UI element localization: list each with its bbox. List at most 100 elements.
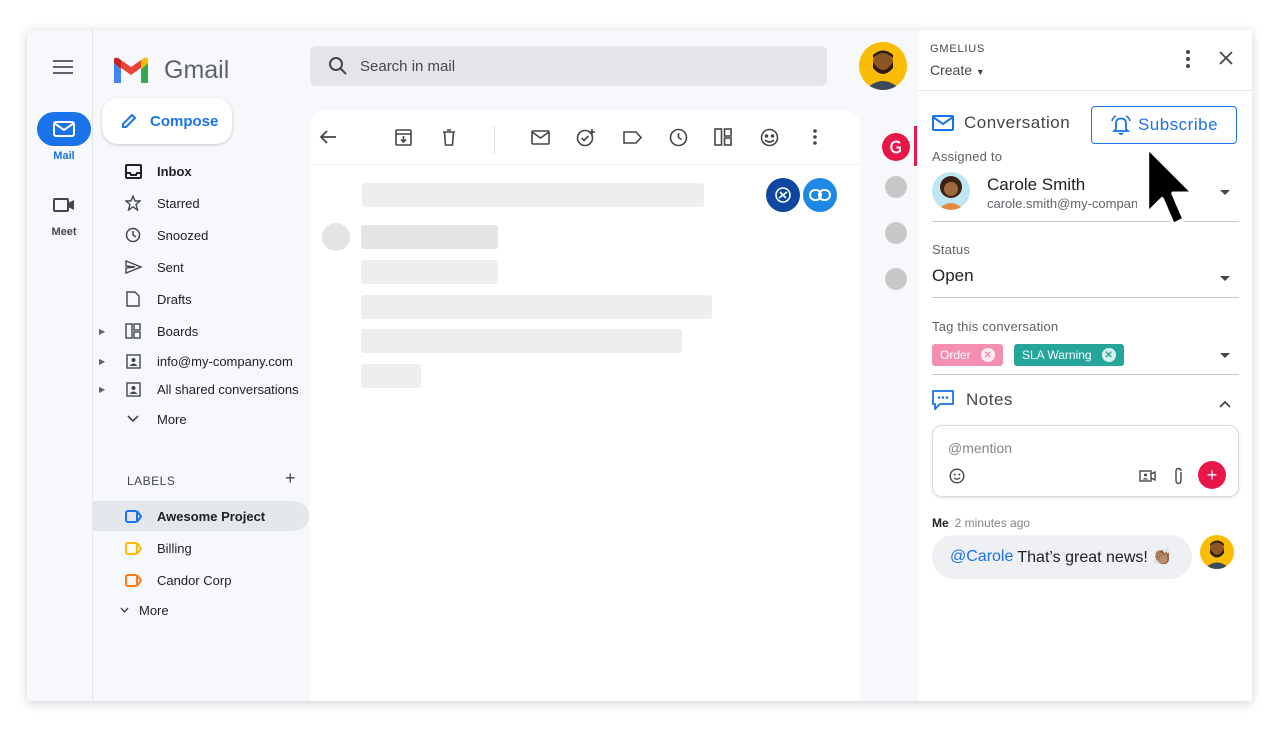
more-options-icon[interactable] [804, 126, 826, 148]
assignee-email: carole.smith@my-company.com [987, 196, 1137, 211]
nav-item-shared-inbox[interactable]: ▶ info@my-company.com [93, 346, 309, 376]
send-icon [124, 260, 142, 274]
email-toolbar [310, 110, 860, 165]
person-photo-icon [865, 50, 901, 90]
rail-mail[interactable]: Mail [37, 112, 91, 162]
nav-item-more[interactable]: More [93, 404, 309, 434]
chevron-up-icon[interactable] [1219, 395, 1231, 413]
status-label: Status [932, 242, 971, 257]
nav-item-all-shared[interactable]: ▶ All shared conversations [93, 374, 309, 404]
labels-more[interactable]: More [85, 595, 301, 625]
addon-dot-icon[interactable] [885, 268, 907, 290]
add-task-icon[interactable] [575, 126, 597, 148]
remove-tag-icon[interactable]: ✕ [980, 348, 995, 362]
nav-label: Drafts [157, 291, 192, 307]
create-dropdown[interactable]: Create ▼ [930, 62, 985, 78]
emoji-icon[interactable] [949, 468, 965, 489]
expand-icon[interactable]: ▶ [99, 327, 105, 336]
share-conversation-icon[interactable] [766, 178, 800, 212]
tag-name: Order [940, 348, 971, 362]
addon-dot-icon[interactable] [885, 176, 907, 198]
nav-label: Sent [157, 259, 184, 275]
draft-icon [126, 291, 140, 307]
notes-title: Notes [966, 390, 1013, 409]
note-mention[interactable]: @Carole [950, 548, 1013, 566]
caret-down-icon[interactable] [1220, 353, 1230, 358]
snooze-icon[interactable] [667, 126, 689, 148]
rail-mail-label: Mail [53, 150, 75, 162]
label-icon[interactable] [621, 126, 643, 148]
nav-item-snoozed[interactable]: Snoozed [93, 220, 309, 250]
star-icon [125, 195, 141, 211]
caret-down-icon [1220, 190, 1230, 195]
skeleton-line [361, 364, 421, 388]
skeleton-avatar [322, 223, 350, 251]
caret-down-icon[interactable] [1220, 276, 1230, 281]
search-bar[interactable] [310, 46, 827, 86]
mouse-cursor-icon [1140, 140, 1200, 249]
tag-chip-sla-warning[interactable]: SLA Warning ✕ [1014, 344, 1124, 366]
tags-underline [932, 374, 1239, 375]
expand-icon[interactable]: ▶ [99, 385, 105, 394]
label-icon [124, 573, 142, 587]
person-photo-icon [938, 176, 964, 210]
nav-item-boards[interactable]: ▶ Boards [93, 316, 309, 346]
nav-item-drafts[interactable]: Drafts [93, 284, 309, 314]
add-note-button[interactable]: + [1198, 461, 1226, 489]
link-icon[interactable] [803, 178, 837, 212]
subscribe-label: Subscribe [1137, 115, 1219, 134]
remove-tag-icon[interactable]: ✕ [1101, 348, 1116, 362]
gmail-logo[interactable]: Gmail [112, 56, 229, 85]
label-item-candor-corp[interactable]: Candor Corp [93, 565, 309, 595]
note-text: That’s great news! 👏🏽 [1017, 549, 1173, 566]
note-bubble: @Carole That’s great news! 👏🏽 [932, 535, 1192, 579]
boards-icon[interactable] [712, 126, 734, 148]
mark-unread-icon[interactable] [529, 126, 551, 148]
boards-icon [125, 323, 141, 339]
chevron-down-icon [127, 415, 139, 423]
add-label-icon[interactable]: + [285, 468, 296, 489]
search-icon[interactable] [328, 56, 348, 76]
archive-icon[interactable] [392, 126, 414, 148]
expand-icon[interactable]: ▶ [99, 357, 105, 366]
skeleton-line [361, 225, 498, 249]
attachment-icon[interactable] [1173, 467, 1184, 490]
menu-icon[interactable] [53, 60, 73, 78]
person-photo-icon [1204, 540, 1230, 569]
notes-input[interactable] [948, 440, 1208, 462]
email-view [310, 110, 860, 701]
compose-button[interactable]: Compose [102, 98, 232, 144]
nav-label: Boards [157, 323, 199, 339]
label-item-awesome-project[interactable]: Awesome Project [93, 501, 309, 531]
nav-item-starred[interactable]: Starred [93, 188, 309, 218]
chevron-down-icon [119, 607, 129, 613]
search-input[interactable] [360, 57, 760, 75]
nav-item-inbox[interactable]: Inbox [93, 156, 309, 186]
status-select[interactable]: Open [932, 266, 974, 286]
toolbar-divider [494, 126, 495, 154]
label-item-billing[interactable]: Billing [93, 533, 309, 563]
gmelius-logo-icon[interactable] [882, 133, 910, 161]
tag-chip-order[interactable]: Order ✕ [932, 344, 1003, 366]
mail-icon [53, 121, 75, 137]
subscribe-button[interactable]: Subscribe [1091, 106, 1237, 144]
assignee-avatar [932, 172, 970, 210]
notes-heading[interactable]: Notes [932, 390, 1013, 410]
nav-item-sent[interactable]: Sent [93, 252, 309, 282]
note-author-avatar [1200, 535, 1234, 569]
video-message-icon[interactable] [1139, 469, 1156, 488]
nav-label: Snoozed [157, 227, 209, 243]
shared-inbox-icon [125, 353, 141, 369]
trash-icon[interactable] [438, 126, 460, 148]
gmail-m-icon [114, 57, 148, 83]
gmelius-sequence-icon[interactable] [758, 126, 780, 148]
tag-name: SLA Warning [1022, 348, 1092, 362]
close-icon[interactable] [1218, 50, 1234, 71]
rail-meet[interactable]: Meet [37, 188, 91, 238]
back-icon[interactable] [317, 126, 339, 148]
panel-more-icon[interactable] [1186, 50, 1190, 73]
account-avatar[interactable] [859, 42, 907, 90]
assignee-name: Carole Smith [987, 175, 1086, 194]
addon-dot-icon[interactable] [885, 222, 907, 244]
gmelius-panel: GMELIUS Create ▼ Conversation Subscribe … [918, 30, 1252, 701]
